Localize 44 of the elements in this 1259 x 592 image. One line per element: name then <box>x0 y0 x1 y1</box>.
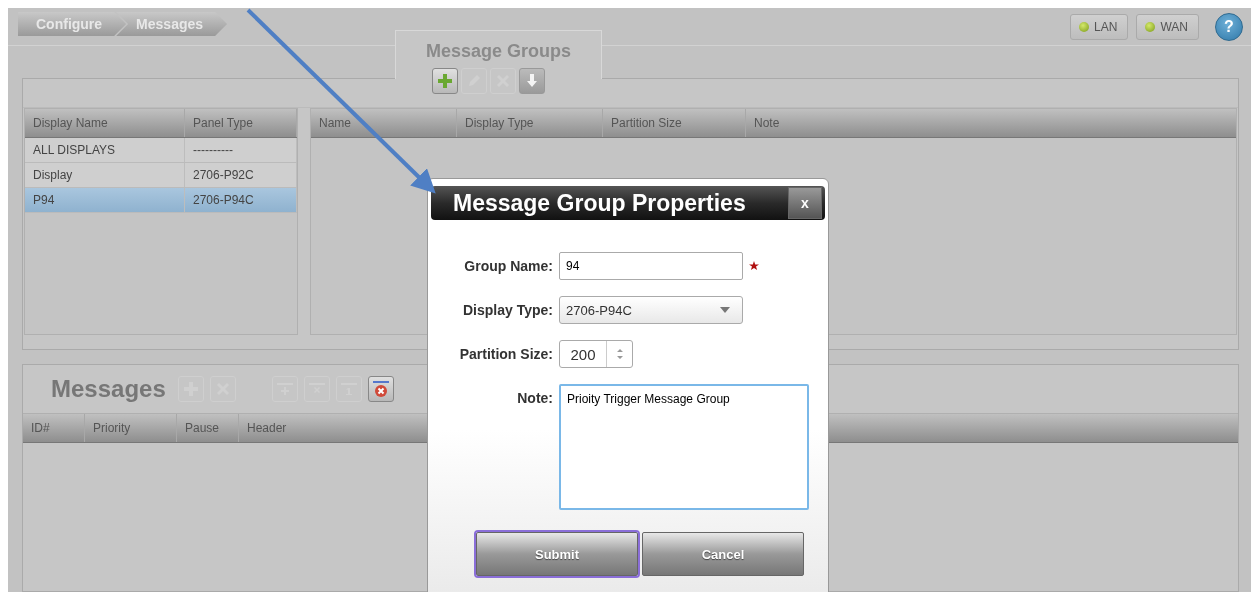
column-header[interactable]: Note <box>746 109 1236 137</box>
table-cell: ---------- <box>185 138 297 162</box>
column-header[interactable]: Panel Type <box>185 109 297 137</box>
close-button[interactable]: x <box>788 187 822 219</box>
column-header[interactable]: Priority <box>85 414 177 442</box>
field-label: Partition Size: <box>458 346 553 362</box>
plus-icon <box>437 73 453 89</box>
display-row[interactable]: P94 2706-P94C <box>25 188 297 213</box>
dialog-title: Message Group Properties <box>453 189 746 217</box>
caret-icon <box>720 307 730 313</box>
display-row[interactable]: ALL DISPLAYS ---------- <box>25 138 297 163</box>
messages-title: Messages <box>51 375 166 403</box>
submit-button[interactable]: Submit <box>476 532 638 576</box>
breadcrumb-link[interactable]: Messages <box>116 12 228 36</box>
field-label: Note: <box>516 390 553 406</box>
display-type-dropdown[interactable]: 2706-P94C <box>559 296 743 324</box>
table-cell: 2706-P94C <box>185 188 297 212</box>
help-button[interactable]: ? <box>1215 12 1243 41</box>
breadcrumb-link[interactable]: Configure <box>18 12 127 36</box>
column-header[interactable]: Pause <box>177 414 239 442</box>
table-cell: Display <box>25 163 185 187</box>
column-header[interactable]: Partition Size <box>603 109 746 137</box>
status-button[interactable]: LAN <box>1070 13 1129 40</box>
row-clear-icon <box>371 380 390 398</box>
column-header[interactable]: Display Name <box>25 109 185 137</box>
field-label: Display Type: <box>462 302 553 318</box>
table-cell: ALL DISPLAYS <box>25 138 185 162</box>
column-header[interactable]: Display Type <box>457 109 603 137</box>
partition-size-spinner[interactable]: 200 <box>559 340 633 368</box>
status-button[interactable]: WAN <box>1136 13 1199 40</box>
note-field[interactable]: Prioity Trigger Message Group <box>559 384 809 510</box>
column-header[interactable]: Name <box>311 109 457 137</box>
group-name-field[interactable]: 94 <box>559 252 743 280</box>
clear-rows-button[interactable] <box>367 376 394 402</box>
download-button[interactable] <box>519 68 545 94</box>
add-button[interactable] <box>432 68 458 94</box>
down-arrow-icon <box>524 73 540 89</box>
spinner-arrows-icon <box>616 346 624 362</box>
field-label: Group Name: <box>463 258 553 274</box>
column-header[interactable]: ID# <box>23 414 85 442</box>
cancel-button[interactable]: Cancel <box>642 532 804 576</box>
table-cell: P94 <box>25 188 185 212</box>
display-row[interactable]: Display 2706-P92C <box>25 163 297 188</box>
table-cell: 2706-P92C <box>185 163 297 187</box>
